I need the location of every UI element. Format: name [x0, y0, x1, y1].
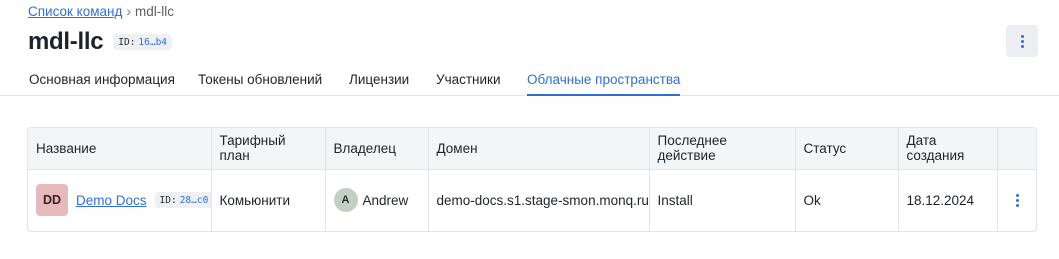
- chevron-right-icon: ›: [126, 3, 132, 19]
- team-actions-button[interactable]: [1006, 25, 1038, 57]
- column-header-owner[interactable]: Владелец: [325, 128, 429, 170]
- cell-status: Ok: [795, 169, 899, 231]
- kebab-vertical-icon: [1020, 34, 1024, 48]
- cell-owner: A Andrew: [325, 169, 429, 231]
- cell-last-action: Install: [649, 169, 796, 231]
- breadcrumb-current: mdl-llc: [135, 3, 175, 19]
- column-header-domain[interactable]: Домен: [428, 128, 650, 170]
- team-id-badge[interactable]: ID: 16…b4: [113, 34, 173, 50]
- space-avatar: DD: [36, 184, 68, 217]
- cell-created: 18.12.2024: [898, 169, 998, 231]
- tab-licenses[interactable]: Лицензии: [349, 64, 409, 96]
- space-id-badge[interactable]: ID: 28…c0: [154, 192, 210, 209]
- id-value: 28…c0: [179, 194, 209, 206]
- column-header-created[interactable]: Дата создания: [898, 128, 998, 170]
- tab-refresh-tokens[interactable]: Токены обновлений: [198, 64, 322, 96]
- owner-name: Andrew: [362, 192, 409, 208]
- breadcrumb-teams-link[interactable]: Список команд: [28, 4, 122, 19]
- tab-cloud-spaces[interactable]: Облачные пространства: [527, 64, 681, 96]
- id-value: 16…b4: [138, 36, 168, 48]
- table-row[interactable]: DD Demo Docs ID: 28…c0 Комьюнити A Andre…: [28, 169, 1036, 231]
- column-header-actions: [997, 128, 1036, 170]
- page-header: mdl-llc ID: 16…b4: [28, 28, 173, 56]
- tab-bar: Основная информация Токены обновлений Ли…: [0, 64, 1059, 96]
- page-title: mdl-llc: [28, 28, 104, 55]
- id-label: ID:: [159, 194, 177, 206]
- id-label: ID:: [118, 36, 136, 48]
- kebab-vertical-icon: [1016, 193, 1020, 207]
- cell-name: DD Demo Docs ID: 28…c0: [28, 169, 212, 231]
- owner-avatar: A: [333, 188, 358, 213]
- space-name-link[interactable]: Demo Docs: [76, 193, 147, 208]
- column-header-name[interactable]: Название: [28, 128, 212, 170]
- tab-general-info[interactable]: Основная информация: [29, 64, 175, 96]
- cloud-spaces-table: Название Тарифный план Владелец Домен По…: [27, 127, 1037, 232]
- cell-actions: [997, 169, 1036, 231]
- tab-members[interactable]: Участники: [436, 64, 501, 96]
- column-header-status[interactable]: Статус: [795, 128, 899, 170]
- column-header-plan[interactable]: Тарифный план: [211, 128, 326, 170]
- cell-domain: demo-docs.s1.stage-smon.monq.ru: [428, 169, 650, 231]
- breadcrumb: Список команд › mdl-llc: [28, 2, 174, 20]
- column-header-last-action[interactable]: Последнее действие: [649, 128, 796, 170]
- table-header-row: Название Тарифный план Владелец Домен По…: [28, 128, 1036, 170]
- cell-plan: Комьюнити: [211, 169, 326, 231]
- row-actions-button[interactable]: [1006, 193, 1031, 207]
